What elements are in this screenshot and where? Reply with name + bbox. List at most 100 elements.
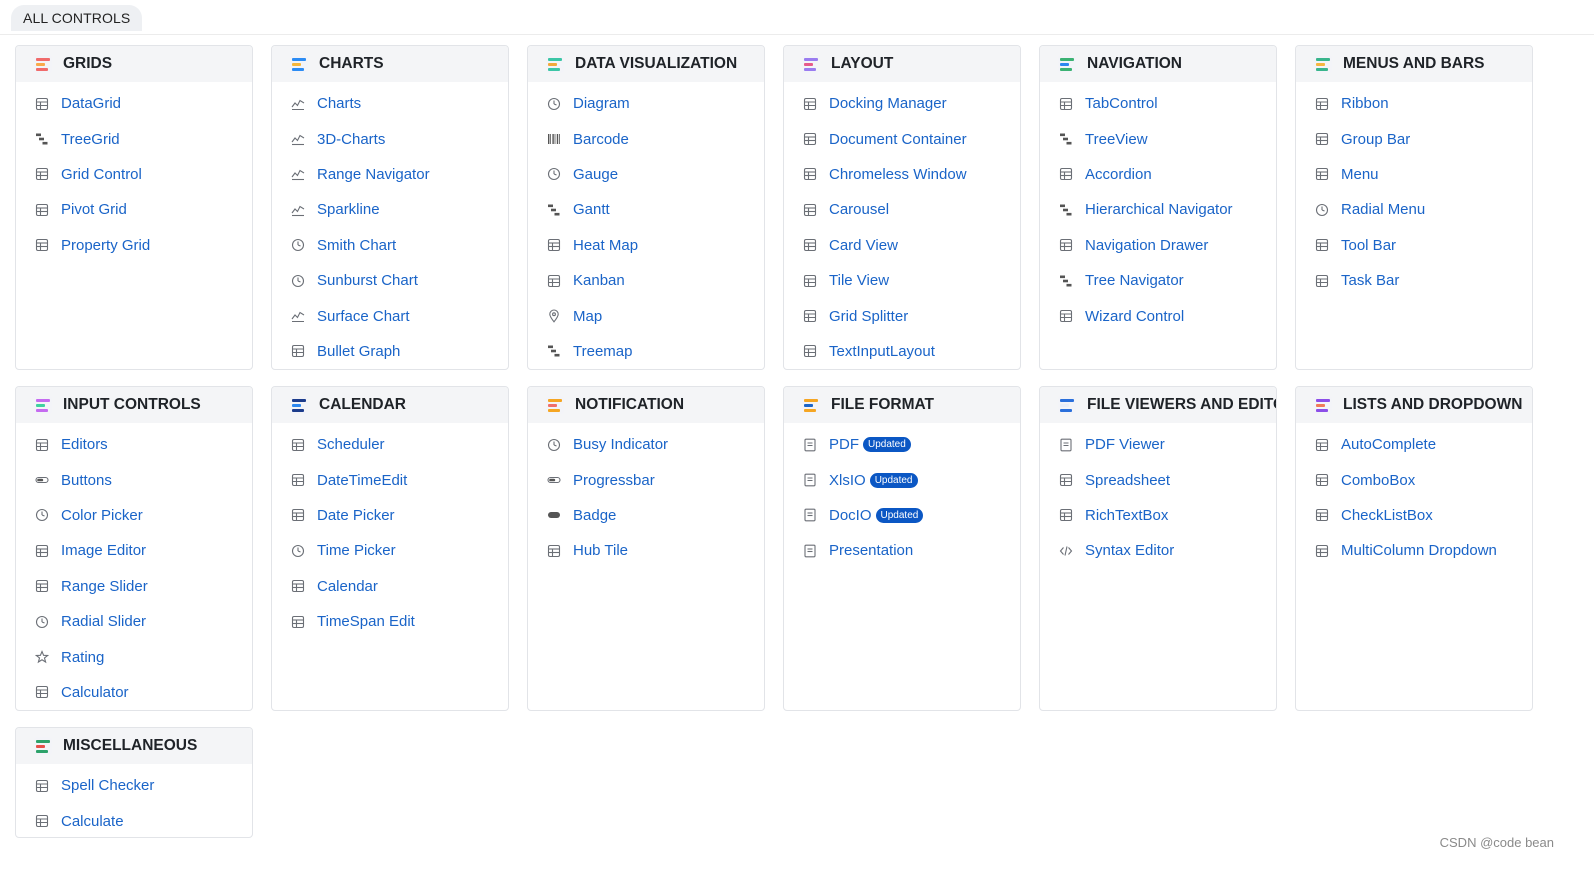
control-link-syntax-editor[interactable]: Syntax Editor [1040, 533, 1276, 568]
control-link-editors[interactable]: Editors [16, 427, 252, 462]
control-link-group-bar[interactable]: Group Bar [1296, 121, 1532, 156]
control-link-spreadsheet[interactable]: Spreadsheet [1040, 462, 1276, 497]
control-link-xlsio[interactable]: XlsIO Updated [784, 462, 1020, 497]
control-link-tile-view[interactable]: Tile View [784, 263, 1020, 298]
control-label: Diagram [573, 95, 630, 113]
control-link-pdf[interactable]: PDF Updated [784, 427, 1020, 462]
control-link-radial-menu[interactable]: Radial Menu [1296, 192, 1532, 227]
control-link-progressbar[interactable]: Progressbar [528, 462, 764, 497]
control-link-accordion[interactable]: Accordion [1040, 157, 1276, 192]
timespan-icon [291, 615, 305, 629]
control-link-hub-tile[interactable]: Hub Tile [528, 533, 764, 568]
control-link-carousel[interactable]: Carousel [784, 192, 1020, 227]
control-link-autocomplete[interactable]: AutoComplete [1296, 427, 1532, 462]
category-items: Diagram Barcode Gauge Gantt Heat Map Kanban Ma… [528, 82, 764, 369]
control-link-hierarchical-navigator[interactable]: Hierarchical Navigator [1040, 192, 1276, 227]
control-link-calculator[interactable]: Calculator [16, 675, 252, 710]
control-link-gantt[interactable]: Gantt [528, 192, 764, 227]
control-link-range-navigator[interactable]: Range Navigator [272, 157, 508, 192]
gauge-icon [547, 167, 561, 181]
window-icon [803, 167, 817, 181]
control-link-treeview[interactable]: TreeView [1040, 121, 1276, 156]
control-link-wizard-control[interactable]: Wizard Control [1040, 298, 1276, 333]
control-link-ribbon[interactable]: Ribbon [1296, 86, 1532, 121]
control-link-badge[interactable]: Badge [528, 498, 764, 533]
control-link-combobox[interactable]: ComboBox [1296, 462, 1532, 497]
control-link-kanban[interactable]: Kanban [528, 263, 764, 298]
control-link-tree-navigator[interactable]: Tree Navigator [1040, 263, 1276, 298]
control-link-checklistbox[interactable]: CheckListBox [1296, 498, 1532, 533]
control-link-rating[interactable]: Rating [16, 639, 252, 674]
control-link-datagrid[interactable]: DataGrid [16, 86, 252, 121]
control-label: Tree Navigator [1085, 272, 1184, 290]
control-link-diagram[interactable]: Diagram [528, 86, 764, 121]
control-label: Charts [317, 95, 362, 113]
control-link-surface-chart[interactable]: Surface Chart [272, 298, 508, 333]
control-link-smith-chart[interactable]: Smith Chart [272, 228, 508, 263]
control-label: Range Slider [61, 577, 148, 595]
control-label: Grid Splitter [829, 307, 909, 325]
control-link-docio[interactable]: DocIO Updated [784, 498, 1020, 533]
control-link-calendar[interactable]: Calendar [272, 569, 508, 604]
category-header: FILE VIEWERS AND EDITORS [1040, 387, 1276, 423]
control-link-bullet-graph[interactable]: Bullet Graph [272, 334, 508, 369]
multicolumn-dropdown-icon [1315, 544, 1329, 558]
control-link-barcode[interactable]: Barcode [528, 121, 764, 156]
control-link-date-picker[interactable]: Date Picker [272, 498, 508, 533]
control-link-charts[interactable]: Charts [272, 86, 508, 121]
control-link-color-picker[interactable]: Color Picker [16, 498, 252, 533]
control-link-busy-indicator[interactable]: Busy Indicator [528, 427, 764, 462]
control-label: Spell Checker [61, 777, 155, 795]
control-link-tool-bar[interactable]: Tool Bar [1296, 228, 1532, 263]
control-link-chromeless-window[interactable]: Chromeless Window [784, 157, 1020, 192]
control-link-sparkline[interactable]: Sparkline [272, 192, 508, 227]
control-link-grid-control[interactable]: Grid Control [16, 157, 252, 192]
control-link-pivot-grid[interactable]: Pivot Grid [16, 192, 252, 227]
control-link-sunburst-chart[interactable]: Sunburst Chart [272, 263, 508, 298]
control-link-time-picker[interactable]: Time Picker [272, 533, 508, 568]
control-link-textinputlayout[interactable]: TextInputLayout [784, 334, 1020, 369]
control-label: TabControl [1085, 95, 1158, 113]
property-grid-icon [35, 238, 49, 252]
control-link-tabcontrol[interactable]: TabControl [1040, 86, 1276, 121]
control-link-spell-checker[interactable]: Spell Checker [16, 768, 252, 803]
control-link-task-bar[interactable]: Task Bar [1296, 263, 1532, 298]
control-link-map[interactable]: Map [528, 298, 764, 333]
control-link-document-container[interactable]: Document Container [784, 121, 1020, 156]
control-link-navigation-drawer[interactable]: Navigation Drawer [1040, 228, 1276, 263]
control-link-property-grid[interactable]: Property Grid [16, 228, 252, 263]
control-link-card-view[interactable]: Card View [784, 228, 1020, 263]
control-link-gauge[interactable]: Gauge [528, 157, 764, 192]
control-link-image-editor[interactable]: Image Editor [16, 533, 252, 568]
control-label: PDF [829, 436, 859, 454]
control-link-buttons[interactable]: Buttons [16, 462, 252, 497]
control-label: AutoComplete [1341, 436, 1437, 454]
control-link-treemap[interactable]: Treemap [528, 334, 764, 369]
control-link-presentation[interactable]: Presentation [784, 533, 1020, 568]
control-link-3d-charts[interactable]: 3D-Charts [272, 121, 508, 156]
tab-all-controls[interactable]: ALL CONTROLS [11, 5, 143, 31]
control-link-treegrid[interactable]: TreeGrid [16, 121, 252, 156]
control-label: Treemap [573, 342, 633, 360]
control-link-pdf-viewer[interactable]: PDF Viewer [1040, 427, 1276, 462]
control-label: Smith Chart [317, 236, 397, 254]
category-items: PDF Updated XlsIO Updated DocIO Updated Presen… [784, 423, 1020, 569]
control-link-menu[interactable]: Menu [1296, 157, 1532, 192]
control-link-richtextbox[interactable]: RichTextBox [1040, 498, 1276, 533]
lists-category-icon [1313, 395, 1333, 415]
control-link-scheduler[interactable]: Scheduler [272, 427, 508, 462]
control-link-calculate[interactable]: Calculate [16, 803, 252, 837]
control-link-multicolumn-dropdown[interactable]: MultiColumn Dropdown [1296, 533, 1532, 568]
control-label: Document Container [829, 130, 967, 148]
control-link-grid-splitter[interactable]: Grid Splitter [784, 298, 1020, 333]
control-link-docking-manager[interactable]: Docking Manager [784, 86, 1020, 121]
control-link-heat-map[interactable]: Heat Map [528, 228, 764, 263]
control-link-datetimeedit[interactable]: DateTimeEdit [272, 462, 508, 497]
control-link-radial-slider[interactable]: Radial Slider [16, 604, 252, 639]
control-link-timespan-edit[interactable]: TimeSpan Edit [272, 604, 508, 639]
control-link-range-slider[interactable]: Range Slider [16, 569, 252, 604]
control-label: Calendar [317, 577, 378, 595]
code-icon [1059, 544, 1073, 558]
control-label: RichTextBox [1085, 506, 1169, 524]
category-title: INPUT CONTROLS [63, 396, 201, 413]
